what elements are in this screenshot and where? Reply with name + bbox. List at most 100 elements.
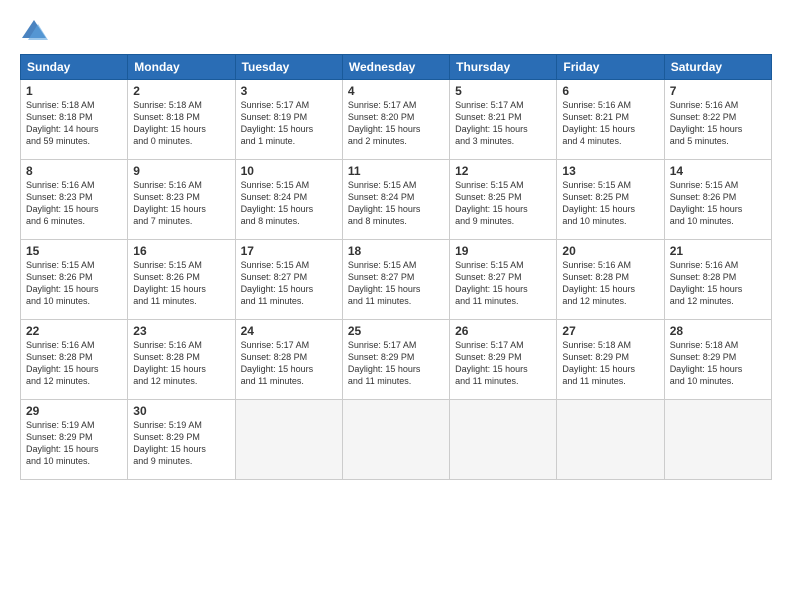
calendar-cell: 14Sunrise: 5:15 AMSunset: 8:26 PMDayligh… (664, 160, 771, 240)
day-number: 10 (241, 164, 337, 178)
calendar-cell: 15Sunrise: 5:15 AMSunset: 8:26 PMDayligh… (21, 240, 128, 320)
day-info: Sunrise: 5:15 AMSunset: 8:25 PMDaylight:… (455, 179, 551, 228)
day-number: 28 (670, 324, 766, 338)
calendar-cell: 1Sunrise: 5:18 AMSunset: 8:18 PMDaylight… (21, 80, 128, 160)
calendar-cell: 16Sunrise: 5:15 AMSunset: 8:26 PMDayligh… (128, 240, 235, 320)
day-info: Sunrise: 5:17 AMSunset: 8:19 PMDaylight:… (241, 99, 337, 148)
calendar-cell: 10Sunrise: 5:15 AMSunset: 8:24 PMDayligh… (235, 160, 342, 240)
calendar-cell: 19Sunrise: 5:15 AMSunset: 8:27 PMDayligh… (450, 240, 557, 320)
day-number: 12 (455, 164, 551, 178)
calendar-cell: 2Sunrise: 5:18 AMSunset: 8:18 PMDaylight… (128, 80, 235, 160)
day-info: Sunrise: 5:17 AMSunset: 8:20 PMDaylight:… (348, 99, 444, 148)
day-info: Sunrise: 5:18 AMSunset: 8:18 PMDaylight:… (26, 99, 122, 148)
day-number: 26 (455, 324, 551, 338)
day-number: 22 (26, 324, 122, 338)
day-number: 7 (670, 84, 766, 98)
day-number: 18 (348, 244, 444, 258)
day-number: 11 (348, 164, 444, 178)
weekday-header-sunday: Sunday (21, 55, 128, 80)
day-number: 17 (241, 244, 337, 258)
calendar-cell: 12Sunrise: 5:15 AMSunset: 8:25 PMDayligh… (450, 160, 557, 240)
day-info: Sunrise: 5:16 AMSunset: 8:22 PMDaylight:… (670, 99, 766, 148)
day-number: 16 (133, 244, 229, 258)
calendar-cell: 29Sunrise: 5:19 AMSunset: 8:29 PMDayligh… (21, 400, 128, 480)
day-number: 30 (133, 404, 229, 418)
day-number: 23 (133, 324, 229, 338)
calendar-header: SundayMondayTuesdayWednesdayThursdayFrid… (21, 55, 772, 80)
day-number: 9 (133, 164, 229, 178)
calendar-cell: 11Sunrise: 5:15 AMSunset: 8:24 PMDayligh… (342, 160, 449, 240)
day-number: 3 (241, 84, 337, 98)
day-info: Sunrise: 5:18 AMSunset: 8:29 PMDaylight:… (670, 339, 766, 388)
day-number: 5 (455, 84, 551, 98)
day-number: 27 (562, 324, 658, 338)
day-info: Sunrise: 5:19 AMSunset: 8:29 PMDaylight:… (26, 419, 122, 468)
day-info: Sunrise: 5:17 AMSunset: 8:29 PMDaylight:… (455, 339, 551, 388)
calendar-body: 1Sunrise: 5:18 AMSunset: 8:18 PMDaylight… (21, 80, 772, 480)
day-info: Sunrise: 5:18 AMSunset: 8:29 PMDaylight:… (562, 339, 658, 388)
day-info: Sunrise: 5:16 AMSunset: 8:23 PMDaylight:… (26, 179, 122, 228)
day-info: Sunrise: 5:15 AMSunset: 8:27 PMDaylight:… (455, 259, 551, 308)
day-number: 14 (670, 164, 766, 178)
day-info: Sunrise: 5:16 AMSunset: 8:28 PMDaylight:… (26, 339, 122, 388)
day-number: 24 (241, 324, 337, 338)
day-info: Sunrise: 5:15 AMSunset: 8:24 PMDaylight:… (348, 179, 444, 228)
calendar-cell: 8Sunrise: 5:16 AMSunset: 8:23 PMDaylight… (21, 160, 128, 240)
day-info: Sunrise: 5:15 AMSunset: 8:26 PMDaylight:… (670, 179, 766, 228)
calendar-cell: 6Sunrise: 5:16 AMSunset: 8:21 PMDaylight… (557, 80, 664, 160)
calendar-table: SundayMondayTuesdayWednesdayThursdayFrid… (20, 54, 772, 480)
day-number: 6 (562, 84, 658, 98)
day-info: Sunrise: 5:16 AMSunset: 8:23 PMDaylight:… (133, 179, 229, 228)
calendar-week-4: 22Sunrise: 5:16 AMSunset: 8:28 PMDayligh… (21, 320, 772, 400)
calendar-week-3: 15Sunrise: 5:15 AMSunset: 8:26 PMDayligh… (21, 240, 772, 320)
calendar-cell: 4Sunrise: 5:17 AMSunset: 8:20 PMDaylight… (342, 80, 449, 160)
calendar-cell: 25Sunrise: 5:17 AMSunset: 8:29 PMDayligh… (342, 320, 449, 400)
calendar-cell: 22Sunrise: 5:16 AMSunset: 8:28 PMDayligh… (21, 320, 128, 400)
day-number: 13 (562, 164, 658, 178)
calendar-cell: 9Sunrise: 5:16 AMSunset: 8:23 PMDaylight… (128, 160, 235, 240)
day-info: Sunrise: 5:15 AMSunset: 8:27 PMDaylight:… (348, 259, 444, 308)
day-number: 19 (455, 244, 551, 258)
calendar-week-2: 8Sunrise: 5:16 AMSunset: 8:23 PMDaylight… (21, 160, 772, 240)
calendar-cell: 13Sunrise: 5:15 AMSunset: 8:25 PMDayligh… (557, 160, 664, 240)
page: SundayMondayTuesdayWednesdayThursdayFrid… (0, 0, 792, 612)
day-info: Sunrise: 5:15 AMSunset: 8:26 PMDaylight:… (26, 259, 122, 308)
day-info: Sunrise: 5:18 AMSunset: 8:18 PMDaylight:… (133, 99, 229, 148)
day-info: Sunrise: 5:16 AMSunset: 8:28 PMDaylight:… (670, 259, 766, 308)
calendar-cell: 21Sunrise: 5:16 AMSunset: 8:28 PMDayligh… (664, 240, 771, 320)
day-number: 29 (26, 404, 122, 418)
day-info: Sunrise: 5:19 AMSunset: 8:29 PMDaylight:… (133, 419, 229, 468)
day-info: Sunrise: 5:15 AMSunset: 8:25 PMDaylight:… (562, 179, 658, 228)
calendar-cell: 17Sunrise: 5:15 AMSunset: 8:27 PMDayligh… (235, 240, 342, 320)
calendar-cell: 20Sunrise: 5:16 AMSunset: 8:28 PMDayligh… (557, 240, 664, 320)
calendar-cell (342, 400, 449, 480)
calendar-cell: 23Sunrise: 5:16 AMSunset: 8:28 PMDayligh… (128, 320, 235, 400)
calendar-cell (664, 400, 771, 480)
calendar-week-1: 1Sunrise: 5:18 AMSunset: 8:18 PMDaylight… (21, 80, 772, 160)
calendar-cell: 24Sunrise: 5:17 AMSunset: 8:28 PMDayligh… (235, 320, 342, 400)
calendar-cell: 5Sunrise: 5:17 AMSunset: 8:21 PMDaylight… (450, 80, 557, 160)
weekday-header-wednesday: Wednesday (342, 55, 449, 80)
weekday-header-monday: Monday (128, 55, 235, 80)
day-number: 2 (133, 84, 229, 98)
weekday-header-friday: Friday (557, 55, 664, 80)
calendar-cell: 18Sunrise: 5:15 AMSunset: 8:27 PMDayligh… (342, 240, 449, 320)
day-number: 15 (26, 244, 122, 258)
calendar-cell (450, 400, 557, 480)
calendar-cell (557, 400, 664, 480)
logo (20, 16, 52, 44)
logo-icon (20, 16, 48, 44)
calendar-cell (235, 400, 342, 480)
day-info: Sunrise: 5:16 AMSunset: 8:28 PMDaylight:… (133, 339, 229, 388)
calendar-cell: 28Sunrise: 5:18 AMSunset: 8:29 PMDayligh… (664, 320, 771, 400)
weekday-header-thursday: Thursday (450, 55, 557, 80)
day-info: Sunrise: 5:15 AMSunset: 8:26 PMDaylight:… (133, 259, 229, 308)
day-info: Sunrise: 5:17 AMSunset: 8:29 PMDaylight:… (348, 339, 444, 388)
weekday-header-saturday: Saturday (664, 55, 771, 80)
day-info: Sunrise: 5:16 AMSunset: 8:28 PMDaylight:… (562, 259, 658, 308)
calendar-cell: 3Sunrise: 5:17 AMSunset: 8:19 PMDaylight… (235, 80, 342, 160)
day-info: Sunrise: 5:15 AMSunset: 8:27 PMDaylight:… (241, 259, 337, 308)
day-number: 21 (670, 244, 766, 258)
header (20, 16, 772, 44)
day-info: Sunrise: 5:17 AMSunset: 8:28 PMDaylight:… (241, 339, 337, 388)
